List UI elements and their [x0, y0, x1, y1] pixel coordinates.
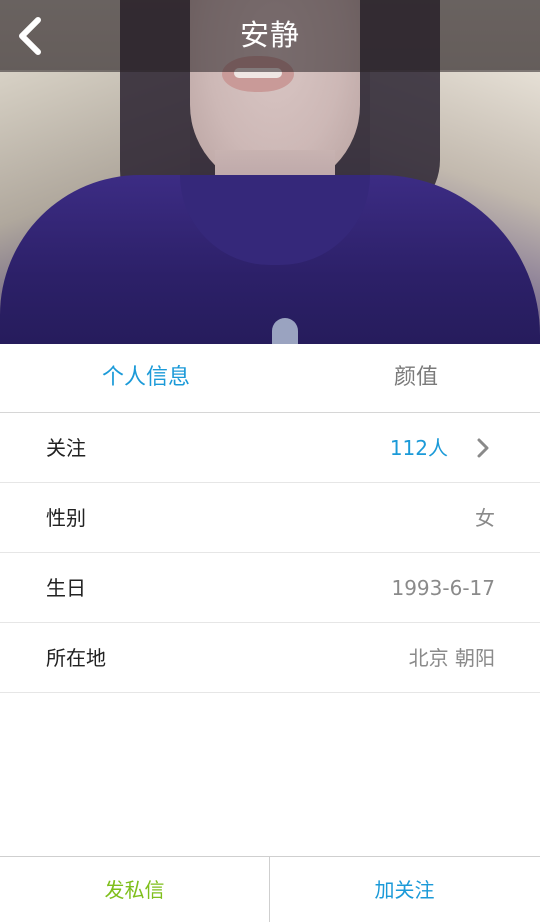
info-row-follow[interactable]: 关注 112人: [0, 413, 540, 483]
add-follow-button[interactable]: 加关注: [270, 857, 539, 922]
info-row-location: 所在地 北京 朝阳: [0, 623, 540, 693]
page-title: 安静: [239, 18, 300, 52]
tab-personal-info[interactable]: 个人信息: [0, 344, 292, 412]
location-label: 所在地: [46, 646, 106, 670]
info-row-gender: 性别 女: [0, 483, 540, 553]
title-bar: 安静: [0, 0, 540, 72]
bottom-action-bar: 发私信 加关注: [0, 856, 540, 922]
birthday-label: 生日: [46, 576, 86, 600]
location-value: 北京 朝阳: [408, 646, 495, 670]
follow-label: 关注: [46, 436, 86, 460]
info-list: 关注 112人 性别 女 生日 1993-6-17 所在地 北京 朝阳: [0, 413, 540, 693]
photo-charm: [272, 318, 298, 344]
gender-value: 女: [475, 506, 495, 530]
info-row-birthday: 生日 1993-6-17: [0, 553, 540, 623]
chevron-right-icon: [477, 438, 489, 458]
gender-label: 性别: [46, 506, 86, 530]
follow-count: 112人: [389, 436, 448, 460]
tab-bar: 个人信息 颜值: [0, 344, 540, 413]
birthday-value: 1993-6-17: [391, 576, 495, 600]
send-message-button[interactable]: 发私信: [0, 857, 269, 922]
tab-looks[interactable]: 颜值: [292, 344, 540, 412]
